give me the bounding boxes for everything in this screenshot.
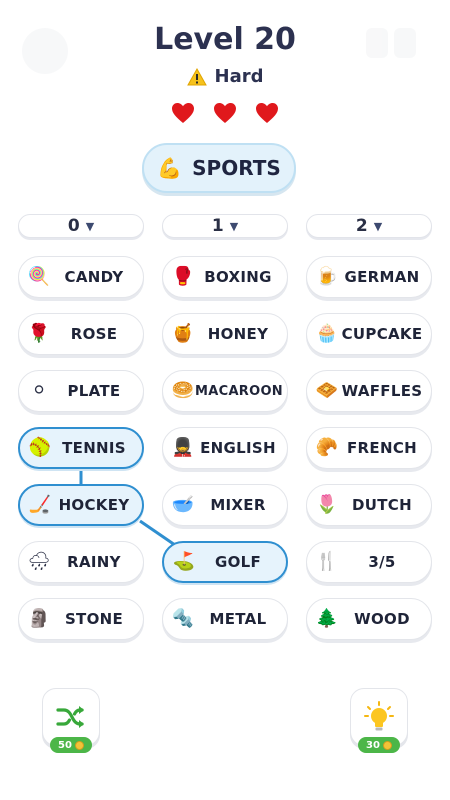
tile-label: WAFFLES (341, 382, 423, 400)
level-title: Level 20 (154, 22, 296, 57)
lightbulb-icon (364, 701, 394, 731)
tile-emoji-icon: 🧁 (315, 323, 339, 344)
word-tile-plate[interactable]: ⚪ PLATE (18, 370, 144, 412)
tile-label: HOCKEY (58, 496, 130, 514)
word-tile-honey[interactable]: 🍯 HONEY (162, 313, 288, 355)
heart-icon (171, 102, 195, 124)
tile-label: METAL (209, 610, 267, 628)
tile-emoji-icon: 🌲 (315, 608, 339, 629)
word-tile-candy[interactable]: 🍭 CANDY (18, 256, 144, 298)
tile-label: STONE (64, 610, 124, 628)
tile-emoji-icon: 🍺 (315, 266, 339, 287)
word-tile-hockey[interactable]: 🏒 HOCKEY (18, 484, 144, 526)
word-tile-english[interactable]: 💂 ENGLISH (162, 427, 288, 469)
tile-emoji-icon: 💂 (171, 437, 195, 458)
tile-emoji-icon: 🌧 (27, 551, 51, 572)
word-tile-mixer[interactable]: 🥣 MIXER (162, 484, 288, 526)
word-tile-tennis[interactable]: 🥎 TENNIS (18, 427, 144, 469)
tile-label: HONEY (207, 325, 269, 343)
difficulty-label: Hard (0, 66, 450, 87)
counter-group-0[interactable]: 0 ▼ (18, 214, 144, 238)
word-tile-wood[interactable]: 🌲 WOOD (306, 598, 432, 640)
hint-cost-badge: 30 (358, 737, 400, 753)
tile-emoji-icon: 🥯 (171, 380, 195, 401)
word-tile-german[interactable]: 🍺 GERMAN (306, 256, 432, 298)
word-tile-stone[interactable]: 🗿 STONE (18, 598, 144, 640)
tile-emoji-icon: 🌷 (315, 494, 339, 515)
tile-emoji-icon: 🥎 (28, 437, 52, 458)
dropdown-triangle-icon: ▼ (229, 219, 239, 233)
tile-label: 3/5 (368, 553, 396, 571)
word-tile-cupcake[interactable]: 🧁 CUPCAKE (306, 313, 432, 355)
word-tile-french[interactable]: 🥐 FRENCH (306, 427, 432, 469)
tile-emoji-icon: 🥊 (171, 266, 195, 287)
shuffle-cost-badge: 50 (50, 737, 92, 753)
tile-label: MIXER (210, 496, 266, 514)
word-tile-rose[interactable]: 🌹 ROSE (18, 313, 144, 355)
tile-emoji-icon: 🌹 (27, 323, 51, 344)
tile-label: ENGLISH (200, 439, 276, 457)
tile-label: ROSE (70, 325, 118, 343)
tile-label: PLATE (67, 382, 121, 400)
tile-emoji-icon: 🔩 (171, 608, 195, 629)
group-counters: 0 ▼ 1 ▼ 2 ▼ (18, 214, 432, 238)
tile-label: FRENCH (347, 439, 417, 457)
lives-hearts (0, 102, 450, 124)
dropdown-triangle-icon: ▼ (85, 219, 95, 233)
tile-label: DUTCH (352, 496, 412, 514)
tile-label: GOLF (214, 553, 262, 571)
tile-emoji-icon: 🥐 (315, 437, 339, 458)
shuffle-cost: 50 (58, 739, 72, 751)
tile-label: CANDY (64, 268, 124, 286)
tile-label: TENNIS (62, 439, 126, 457)
coin-icon (74, 740, 84, 750)
tile-emoji-icon: 🏒 (28, 494, 52, 515)
tile-emoji-icon: 🗿 (27, 608, 51, 629)
word-tile-boxing[interactable]: 🥊 BOXING (162, 256, 288, 298)
tile-label: BOXING (204, 268, 272, 286)
counter-group-1[interactable]: 1 ▼ (162, 214, 288, 238)
tile-emoji-icon: 🥣 (171, 494, 195, 515)
tile-label: CUPCAKE (341, 325, 423, 343)
counter-group-2[interactable]: 2 ▼ (306, 214, 432, 238)
word-tile-metal[interactable]: 🔩 METAL (162, 598, 288, 640)
shuffle-icon (56, 706, 84, 728)
category-label: SPORTS (192, 156, 281, 180)
tile-emoji-icon: 🍴 (315, 551, 339, 572)
warning-icon (186, 67, 207, 86)
word-tile-3-5[interactable]: 🍴 3/5 (306, 541, 432, 583)
difficulty-text: Hard (214, 66, 264, 87)
counter-value: 1 (211, 216, 224, 236)
tile-emoji-icon: 🧇 (315, 380, 339, 401)
heart-icon (213, 102, 237, 124)
word-tile-waffles[interactable]: 🧇 WAFFLES (306, 370, 432, 412)
coin-icon (382, 740, 392, 750)
tile-emoji-icon: 🍯 (171, 323, 195, 344)
hint-cost: 30 (366, 739, 380, 751)
dropdown-triangle-icon: ▼ (373, 219, 383, 233)
category-badge: 💪 SPORTS (142, 143, 296, 193)
tile-emoji-icon: ⛳ (172, 551, 196, 572)
word-tile-dutch[interactable]: 🌷 DUTCH (306, 484, 432, 526)
tile-emoji-icon: 🍭 (27, 266, 51, 287)
counter-value: 2 (355, 216, 368, 236)
word-tile-rainy[interactable]: 🌧 RAINY (18, 541, 144, 583)
heart-icon (255, 102, 279, 124)
tile-label: MACAROON (195, 383, 283, 399)
tile-label: WOOD (354, 610, 410, 628)
tile-label: GERMAN (344, 268, 420, 286)
flexed-bicep-icon: 💪 (157, 156, 183, 180)
word-grid: 🍭 CANDY 🥊 BOXING 🍺 GERMAN 🌹 ROSE 🍯 HONEY 🧁 CUPCAKE ⚪… (18, 256, 432, 640)
word-tile-macaroon[interactable]: 🥯 MACAROON (162, 370, 288, 412)
tile-label: RAINY (67, 553, 121, 571)
word-tile-golf[interactable]: ⛳ GOLF (162, 541, 288, 583)
tile-emoji-icon: ⚪ (31, 380, 47, 401)
counter-value: 0 (67, 216, 80, 236)
